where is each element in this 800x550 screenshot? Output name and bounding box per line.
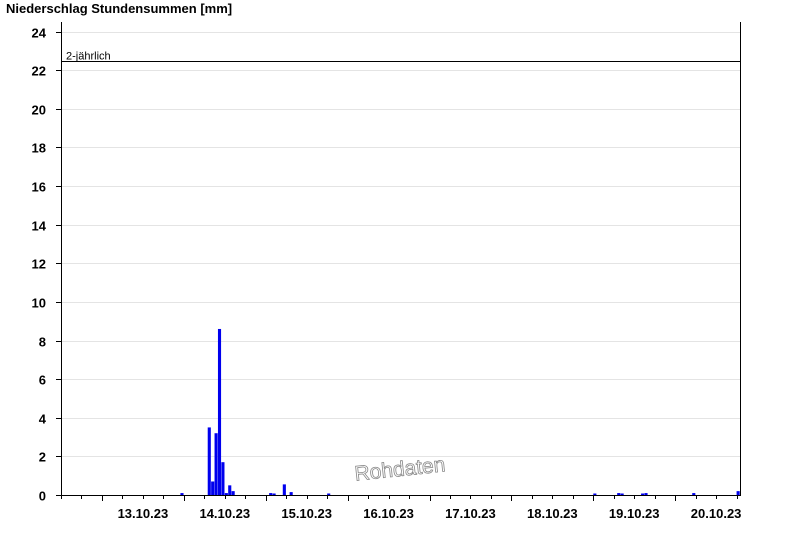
x-tick-label: 14.10.23: [199, 506, 250, 521]
x-tick-label: 15.10.23: [281, 506, 332, 521]
watermark: Rohdaten: [353, 453, 446, 485]
y-tick-label: 0: [39, 489, 46, 504]
precip-bar: [221, 462, 225, 495]
precip-bar: [217, 328, 222, 495]
precip-bar: [327, 493, 331, 495]
reference-line-label: 2-jährlich: [66, 51, 111, 63]
y-tick-label: 14: [32, 219, 47, 234]
y-tick-label: 6: [39, 373, 46, 388]
y-tick-label: 18: [32, 141, 46, 156]
precip-bar: [231, 491, 235, 495]
x-tick-label: 20.10.23: [691, 506, 742, 521]
y-tick-label: 22: [32, 64, 46, 79]
precip-bar: [211, 481, 215, 495]
precipitation-chart: Niederschlag Stundensummen [mm] 0 2 4 6 8 10 1…: [0, 0, 800, 550]
precip-bar: [289, 492, 293, 495]
x-tick-label: 19.10.23: [609, 506, 660, 521]
precip-bar: [692, 493, 696, 495]
y-tick-label: 10: [32, 296, 46, 311]
y-tick-label: 4: [39, 412, 47, 427]
y-tick-label: 20: [32, 103, 46, 118]
x-tick-label: 16.10.23: [363, 506, 414, 521]
precip-bar: [736, 491, 740, 495]
precip-bar: [620, 493, 624, 495]
precip-bar: [269, 493, 273, 495]
x-tick-label: 13.10.23: [118, 506, 169, 521]
precip-bar: [641, 493, 645, 495]
y-tick-label: 24: [32, 26, 47, 41]
y-tick-label: 8: [39, 335, 46, 350]
x-tick-label: 18.10.23: [527, 506, 578, 521]
precip-bar: [228, 485, 232, 495]
y-tick-label: 2: [39, 450, 46, 465]
y-tick-label: 12: [32, 257, 46, 272]
precip-bar: [644, 493, 648, 495]
x-tick-label: 17.10.23: [445, 506, 496, 521]
precip-bar: [617, 493, 621, 495]
precip-bar: [224, 493, 228, 495]
y-tick-label: 16: [32, 180, 46, 195]
precip-bar: [282, 484, 286, 495]
precip-bar: [214, 433, 218, 495]
precip-bar: [593, 493, 597, 495]
precip-bar: [207, 427, 211, 495]
precip-bar: [272, 493, 276, 495]
precip-bar: [180, 493, 184, 495]
plot-area: 02468101214161820222413.10.23 14.10.23 15.…: [32, 22, 742, 521]
